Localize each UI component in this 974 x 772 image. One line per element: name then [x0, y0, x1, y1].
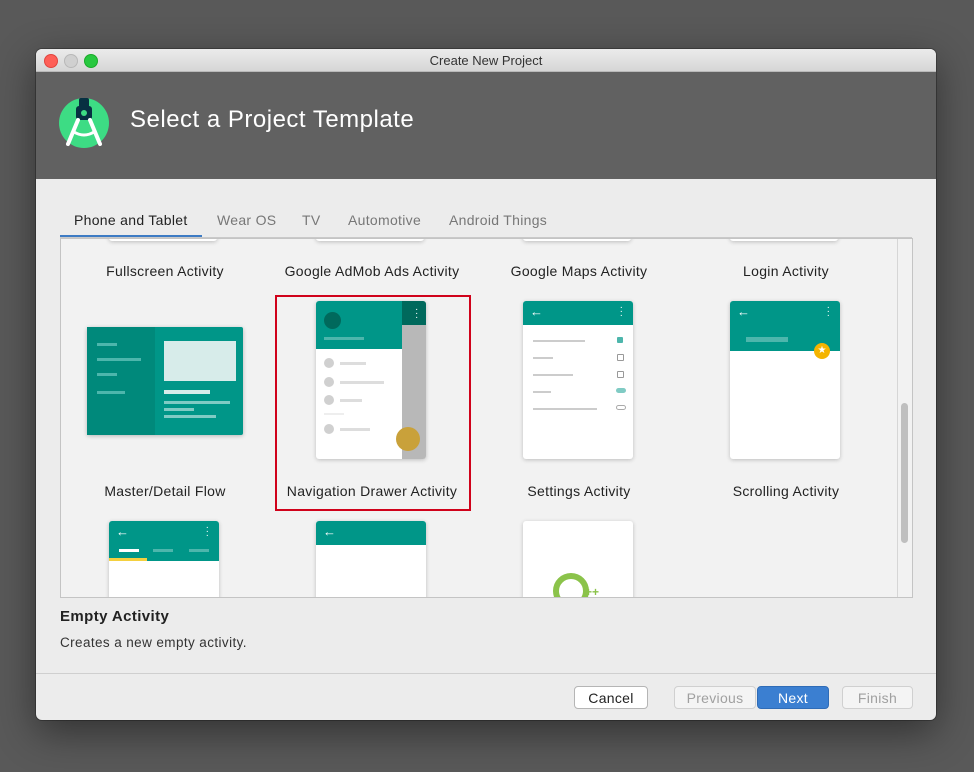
- template-label-master-detail[interactable]: Master/Detail Flow: [65, 483, 265, 499]
- template-thumbnail-master-detail[interactable]: [87, 327, 243, 435]
- footer-divider: [36, 673, 936, 674]
- cpp-logo-icon: [553, 573, 589, 597]
- template-thumbnail-basic[interactable]: ←: [316, 521, 426, 597]
- template-thumbnail-settings[interactable]: ← · · ·: [523, 301, 633, 459]
- template-label-navigation-drawer[interactable]: Navigation Drawer Activity: [272, 483, 472, 499]
- cancel-button[interactable]: Cancel: [574, 686, 648, 709]
- tab-android-things[interactable]: Android Things: [435, 211, 561, 235]
- template-label-admob[interactable]: Google AdMob Ads Activity: [272, 263, 472, 279]
- back-arrow-icon: ←: [323, 524, 336, 539]
- template-thumbnail-tabbed[interactable]: ← · · ·: [109, 521, 219, 597]
- scrollbar-thumb[interactable]: [901, 403, 908, 543]
- template-grid: Fullscreen Activity Google AdMob Ads Act…: [60, 238, 913, 598]
- template-thumbnail-admob[interactable]: [316, 239, 424, 241]
- template-grid-scrollbar[interactable]: [897, 239, 912, 597]
- template-thumbnail-native-cpp[interactable]: ++: [523, 521, 633, 597]
- back-arrow-icon: ←: [737, 304, 750, 319]
- finish-button[interactable]: Finish: [842, 686, 913, 709]
- template-label-settings[interactable]: Settings Activity: [479, 483, 679, 499]
- back-arrow-icon: ←: [116, 524, 129, 539]
- tab-phone-and-tablet[interactable]: Phone and Tablet: [60, 211, 202, 237]
- page-title: Select a Project Template: [130, 106, 415, 133]
- template-label-login[interactable]: Login Activity: [686, 263, 886, 279]
- template-thumbnail-maps[interactable]: [523, 239, 631, 241]
- title-bar: Create New Project: [36, 49, 936, 72]
- dialog-header: Select a Project Template: [36, 72, 936, 179]
- tab-wear-os[interactable]: Wear OS: [203, 211, 290, 235]
- template-label-maps[interactable]: Google Maps Activity: [479, 263, 679, 279]
- star-fab-icon: ★: [814, 343, 830, 359]
- template-thumbnail-fullscreen[interactable]: [109, 239, 217, 241]
- template-description-title: Empty Activity: [60, 608, 170, 625]
- window-title: Create New Project: [429, 53, 543, 68]
- template-label-scrolling[interactable]: Scrolling Activity: [686, 483, 886, 499]
- create-project-dialog: Create New Project Select a Project Temp…: [36, 49, 936, 720]
- overflow-menu-icon: · · ·: [205, 522, 209, 541]
- previous-button[interactable]: Previous: [674, 686, 756, 709]
- next-button[interactable]: Next: [757, 686, 829, 709]
- android-studio-logo-icon: [59, 98, 109, 148]
- tab-automotive[interactable]: Automotive: [334, 211, 435, 235]
- selected-template-highlight: [275, 295, 471, 511]
- template-label-fullscreen[interactable]: Fullscreen Activity: [65, 263, 265, 279]
- back-arrow-icon: ←: [530, 304, 543, 319]
- overflow-menu-icon: · · ·: [619, 302, 623, 321]
- overflow-menu-icon: · · ·: [826, 302, 830, 321]
- tab-tv[interactable]: TV: [288, 211, 335, 235]
- template-thumbnail-login[interactable]: [730, 239, 838, 241]
- template-thumbnail-scrolling[interactable]: ← · · · ★: [730, 301, 840, 459]
- template-description-text: Creates a new empty activity.: [60, 635, 247, 650]
